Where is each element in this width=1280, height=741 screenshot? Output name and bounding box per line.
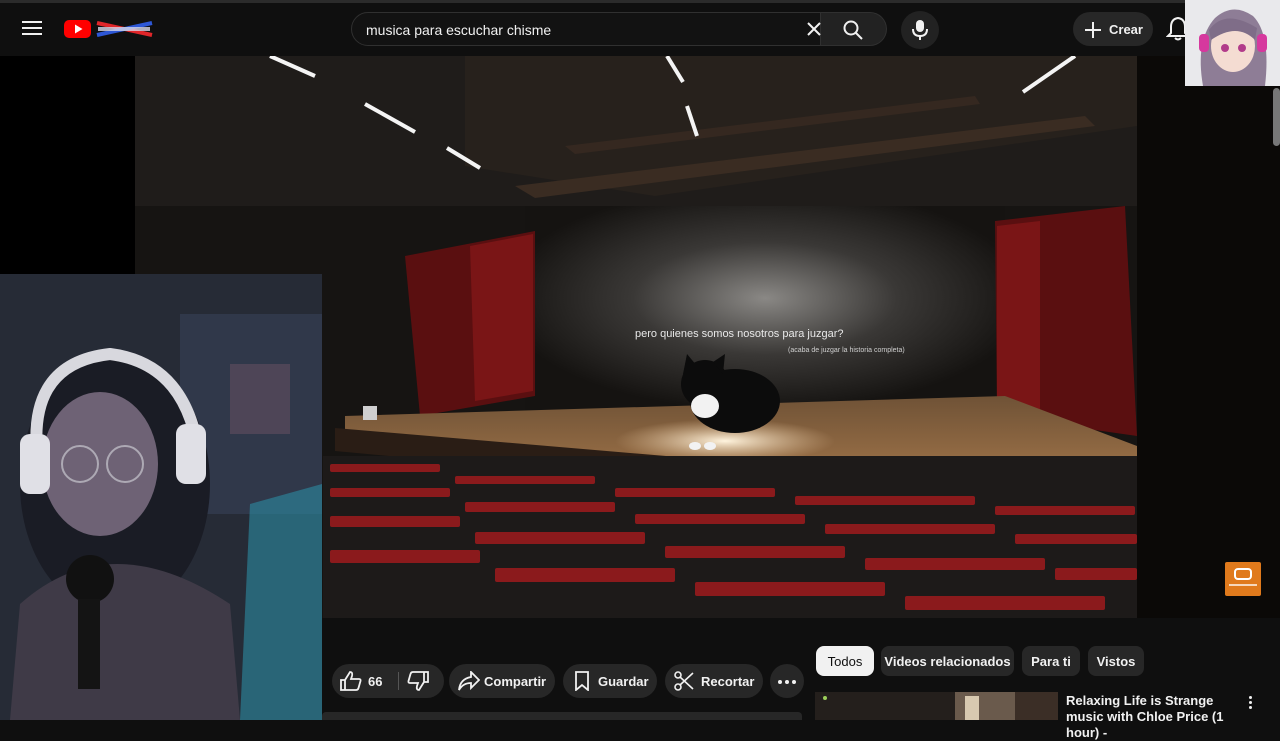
save-button[interactable]: Guardar [563,664,657,698]
share-icon [458,671,480,691]
channel-watermark[interactable] [1225,562,1261,596]
webcam-overlay [0,274,322,720]
like-button[interactable]: 66 [332,664,398,698]
top-bar: musica para escuchar chisme Crear [0,0,1280,56]
chip-label: Vistos [1096,654,1136,669]
search-input[interactable]: musica para escuchar chisme [351,12,821,46]
chip-vistos[interactable]: Vistos [1088,646,1144,676]
streamer-avatar-overlay [1185,0,1280,86]
search-icon [843,20,863,40]
like-dislike-group: 66 [332,664,444,698]
share-button[interactable]: Compartir [449,664,555,698]
watermark-bar [1229,584,1257,586]
more-vertical-icon[interactable] [1245,694,1255,712]
chip-label: Videos relacionados [884,654,1011,669]
voice-search-button[interactable] [901,11,939,49]
dislike-button[interactable] [399,664,444,698]
thumbs-up-icon [340,671,362,691]
share-label: Compartir [484,674,547,689]
search-button[interactable] [821,12,887,46]
mic-icon [912,20,928,40]
bookmark-icon [575,671,589,691]
menu-icon[interactable] [20,17,44,41]
cat-icon [1234,568,1252,580]
related-video-title[interactable]: Relaxing Life is Strange music with Chlo… [1066,693,1246,741]
create-label: Crear [1109,22,1143,37]
youtube-logo[interactable] [64,19,154,39]
clip-label: Recortar [701,674,755,689]
chip-para-ti[interactable]: Para ti [1022,646,1080,676]
video-subtitle-note: (acaba de juzgar la historia completa) [788,347,905,354]
more-horizontal-icon[interactable] [770,664,804,698]
plus-icon [1085,22,1101,38]
video-subtitle: pero quienes somos nosotros para juzgar? [635,328,844,340]
close-icon[interactable] [806,21,822,37]
related-video-thumbnail[interactable] [815,692,1058,720]
chip-videos-relacionados[interactable]: Videos relacionados [881,646,1014,676]
thumbs-down-icon [407,671,429,691]
page-margin-right [1137,56,1280,618]
create-button[interactable]: Crear [1073,12,1153,46]
search-bar: musica para escuchar chisme [351,12,887,48]
chip-todos[interactable]: Todos [816,646,874,676]
chip-label: Todos [827,654,863,669]
description-box-edge [322,712,802,720]
like-count: 66 [368,674,383,689]
search-query: musica para escuchar chisme [366,22,552,38]
save-label: Guardar [598,674,649,689]
scrollbar[interactable] [1273,88,1280,146]
scissors-icon [674,671,694,691]
clip-button[interactable]: Recortar [665,664,763,698]
chip-label: Para ti [1031,654,1071,669]
page-margin [0,56,135,274]
